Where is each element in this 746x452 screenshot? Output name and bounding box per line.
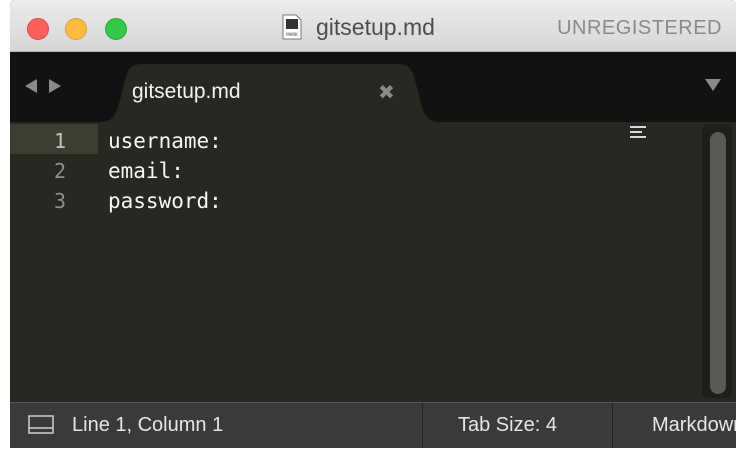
- line-number: 3: [53, 189, 66, 213]
- line-number: 1: [10, 124, 98, 154]
- status-divider: [612, 403, 613, 448]
- editor-area[interactable]: 1 2 3 username: email: password:: [10, 122, 736, 402]
- close-x-icon[interactable]: ✖: [378, 80, 395, 105]
- triangle-right-icon[interactable]: [48, 78, 62, 99]
- tab-bar: gitsetup.md ✖: [10, 52, 736, 122]
- tab-navigation: [24, 78, 62, 99]
- doc-icon-label: MARK: [286, 32, 298, 37]
- markdown-document-icon: MARK: [282, 14, 302, 40]
- status-divider: [422, 403, 423, 448]
- code-line[interactable]: password:: [108, 184, 222, 214]
- line-number: 2: [53, 159, 66, 183]
- zoom-window-button[interactable]: [105, 18, 127, 40]
- vertical-scrollbar-thumb[interactable]: [710, 132, 726, 394]
- cursor-position[interactable]: Line 1, Column 1: [72, 414, 223, 437]
- editor-window: MARK gitsetup.md UNREGISTERED gitsetup.m…: [10, 0, 736, 448]
- status-bar: Line 1, Column 1 Tab Size: 4 Markdown: [10, 402, 736, 448]
- tab-gitsetup[interactable]: gitsetup.md ✖: [100, 64, 440, 122]
- line-number-gutter: 1 2 3: [10, 122, 98, 402]
- triangle-down-icon[interactable]: [704, 78, 722, 97]
- license-status: UNREGISTERED: [557, 17, 722, 39]
- close-window-button[interactable]: [27, 18, 49, 40]
- code-line[interactable]: email:: [108, 154, 184, 184]
- title-bar[interactable]: MARK gitsetup.md UNREGISTERED: [10, 0, 736, 52]
- tab-size-selector[interactable]: Tab Size: 4: [458, 414, 557, 437]
- triangle-left-icon[interactable]: [24, 78, 38, 99]
- window-title-group: MARK gitsetup.md: [282, 12, 435, 42]
- tab-label: gitsetup.md: [132, 80, 241, 103]
- minimize-window-button[interactable]: [65, 18, 87, 40]
- minimap[interactable]: [630, 126, 650, 145]
- panel-icon[interactable]: [28, 414, 54, 441]
- window-title: gitsetup.md: [316, 13, 435, 40]
- syntax-selector[interactable]: Markdown: [652, 414, 736, 437]
- code-line[interactable]: username:: [108, 124, 222, 154]
